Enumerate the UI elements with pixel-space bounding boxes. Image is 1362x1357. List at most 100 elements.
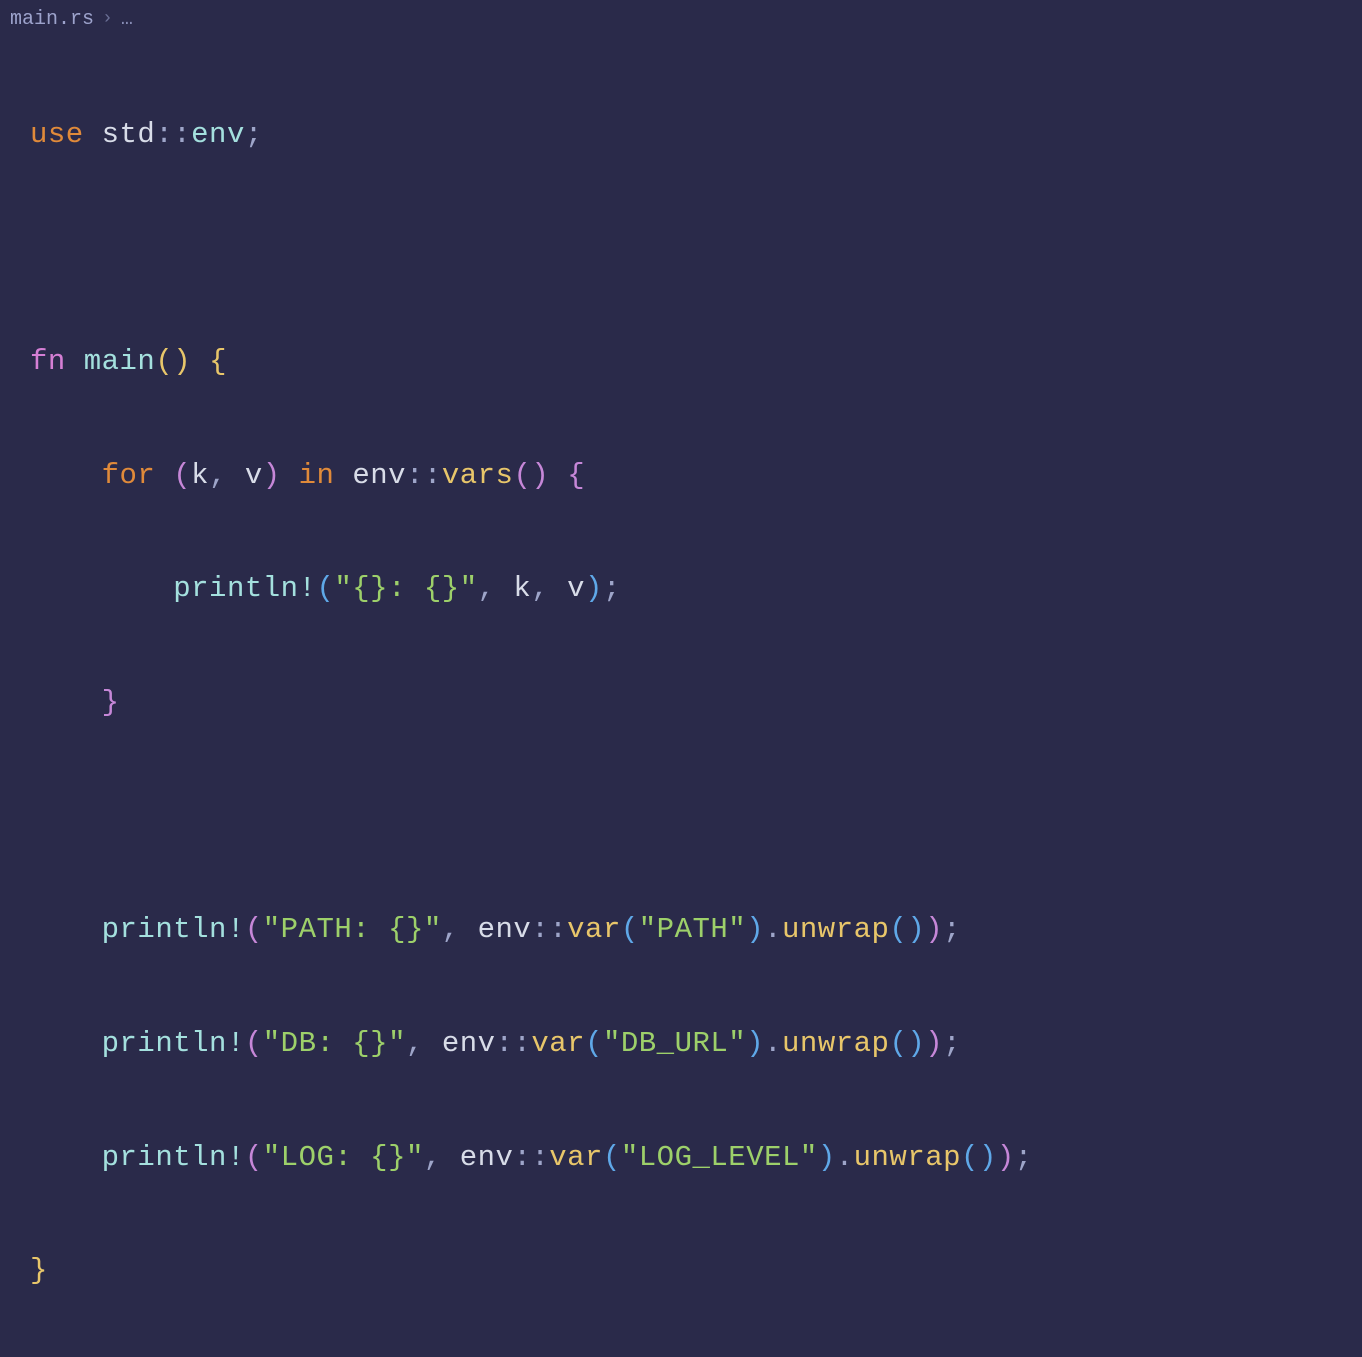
paren-open: ( <box>603 1141 621 1174</box>
code-line-8[interactable]: println!("PATH: {}", env::var("PATH").un… <box>30 902 1362 959</box>
ident-env: env <box>460 1141 514 1174</box>
semicolon: ; <box>603 572 621 605</box>
parens: () <box>513 459 549 492</box>
paren-open: ( <box>245 913 263 946</box>
path-sep: :: <box>513 1141 549 1174</box>
string-literal: "{}: {}" <box>334 572 477 605</box>
paren-close: ) <box>746 1027 764 1060</box>
keyword-in: in <box>299 459 335 492</box>
paren-close: ) <box>746 913 764 946</box>
string-literal: "PATH" <box>639 913 746 946</box>
indent <box>30 1027 102 1060</box>
brace-close: } <box>30 1254 48 1287</box>
indent <box>30 572 173 605</box>
var-v: v <box>567 572 585 605</box>
paren-close: ) <box>925 913 943 946</box>
paren-close: ) <box>818 1141 836 1174</box>
indent <box>30 913 102 946</box>
code-line-4[interactable]: for (k, v) in env::vars() { <box>30 448 1362 505</box>
fn-main: main <box>84 345 156 378</box>
string-literal: "DB_URL" <box>603 1027 746 1060</box>
paren-open: ( <box>961 1141 979 1174</box>
path-sep: :: <box>496 1027 532 1060</box>
paren-open: ( <box>173 459 191 492</box>
string-literal: "DB: {}" <box>263 1027 406 1060</box>
paren-close: ) <box>907 1027 925 1060</box>
code-line-11[interactable]: } <box>30 1243 1362 1300</box>
code-line-5[interactable]: println!("{}: {}", k, v); <box>30 561 1362 618</box>
fn-var: var <box>567 913 621 946</box>
paren-close: ) <box>979 1141 997 1174</box>
keyword-use: use <box>30 118 84 151</box>
comma: , <box>442 913 478 946</box>
code-line-2[interactable] <box>30 220 1362 277</box>
path-sep: :: <box>155 118 191 151</box>
macro-println: println! <box>102 1027 245 1060</box>
paren-open: ( <box>245 1141 263 1174</box>
comma: , <box>209 459 245 492</box>
chevron-right-icon: › <box>102 9 113 29</box>
fn-unwrap: unwrap <box>782 1027 889 1060</box>
dot: . <box>836 1141 854 1174</box>
fn-vars: vars <box>442 459 514 492</box>
comma: , <box>478 572 514 605</box>
brace-close: } <box>102 686 120 719</box>
paren-close: ) <box>997 1141 1015 1174</box>
path-sep: :: <box>531 913 567 946</box>
fn-var: var <box>531 1027 585 1060</box>
paren-open: ( <box>889 913 907 946</box>
keyword-fn: fn <box>30 345 66 378</box>
semicolon: ; <box>943 913 961 946</box>
indent <box>30 459 102 492</box>
code-line-10[interactable]: println!("LOG: {}", env::var("LOG_LEVEL"… <box>30 1130 1362 1187</box>
ident-std: std <box>102 118 156 151</box>
code-editor[interactable]: use std::env; fn main() { for (k, v) in … <box>0 38 1362 1357</box>
var-k: k <box>191 459 209 492</box>
paren-open: ( <box>245 1027 263 1060</box>
macro-println: println! <box>102 913 245 946</box>
paren-open: ( <box>889 1027 907 1060</box>
paren-close: ) <box>263 459 281 492</box>
comma: , <box>424 1141 460 1174</box>
semicolon: ; <box>245 118 263 151</box>
code-line-9[interactable]: println!("DB: {}", env::var("DB_URL").un… <box>30 1016 1362 1073</box>
string-literal: "LOG: {}" <box>263 1141 424 1174</box>
ident-env: env <box>442 1027 496 1060</box>
breadcrumb-ellipsis[interactable]: … <box>121 8 133 31</box>
indent <box>30 1141 102 1174</box>
brace-open: { <box>209 345 227 378</box>
path-sep: :: <box>406 459 442 492</box>
dot: . <box>764 913 782 946</box>
breadcrumb-file[interactable]: main.rs <box>10 8 94 31</box>
ident-env: env <box>191 118 245 151</box>
paren-open: ( <box>621 913 639 946</box>
paren-close: ) <box>907 913 925 946</box>
dot: . <box>764 1027 782 1060</box>
var-v: v <box>245 459 263 492</box>
semicolon: ; <box>943 1027 961 1060</box>
code-line-3[interactable]: fn main() { <box>30 334 1362 391</box>
parens: () <box>155 345 191 378</box>
brace-open: { <box>567 459 585 492</box>
fn-var: var <box>549 1141 603 1174</box>
code-line-1[interactable]: use std::env; <box>30 107 1362 164</box>
string-literal: "LOG_LEVEL" <box>621 1141 818 1174</box>
paren-open: ( <box>585 1027 603 1060</box>
paren-close: ) <box>925 1027 943 1060</box>
code-line-6[interactable]: } <box>30 675 1362 732</box>
comma: , <box>531 572 567 605</box>
code-line-7[interactable] <box>30 789 1362 846</box>
fn-unwrap: unwrap <box>782 913 889 946</box>
paren-close: ) <box>585 572 603 605</box>
breadcrumb[interactable]: main.rs › … <box>0 0 1362 38</box>
paren-open: ( <box>316 572 334 605</box>
string-literal: "PATH: {}" <box>263 913 442 946</box>
ident-env: env <box>352 459 406 492</box>
indent <box>30 686 102 719</box>
fn-unwrap: unwrap <box>854 1141 961 1174</box>
semicolon: ; <box>1015 1141 1033 1174</box>
comma: , <box>406 1027 442 1060</box>
keyword-for: for <box>102 459 156 492</box>
macro-println: println! <box>102 1141 245 1174</box>
ident-env: env <box>478 913 532 946</box>
